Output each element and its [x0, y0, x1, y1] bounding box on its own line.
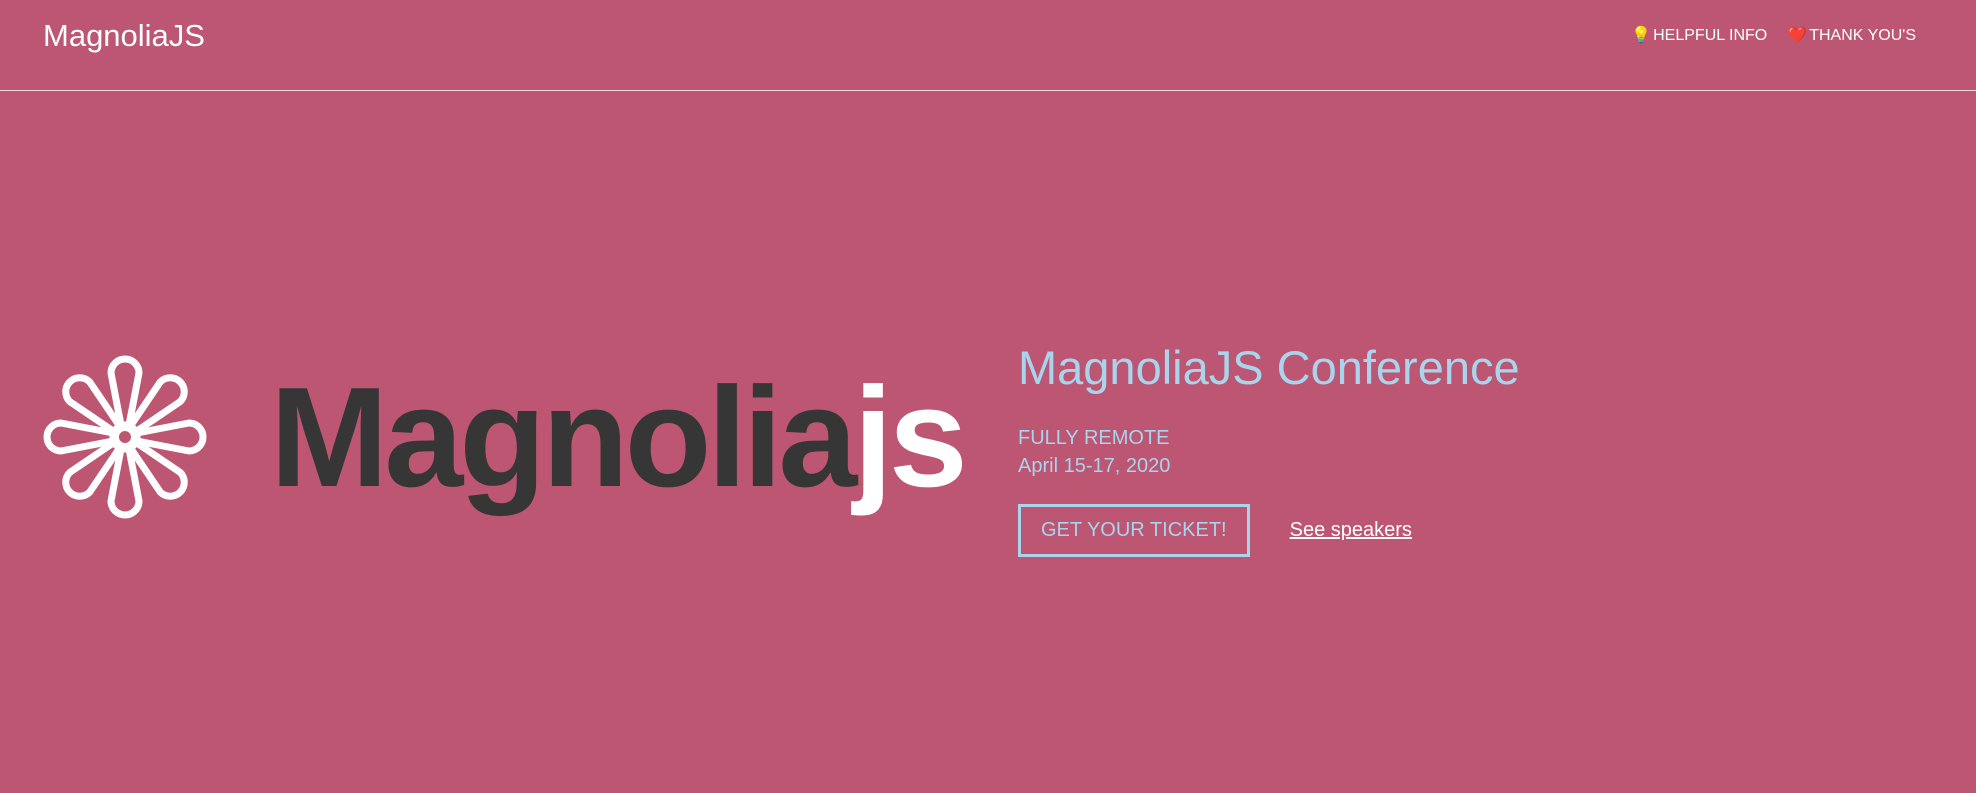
top-nav-bar: MagnoliaJS 💡 HELPFUL INFO ❤️ THANK YOU'S [0, 0, 1976, 91]
lightbulb-icon: 💡 [1631, 27, 1652, 44]
magnolia-flower-icon [30, 355, 220, 535]
nav-thank-yous[interactable]: ❤️ THANK YOU'S [1787, 26, 1916, 46]
conference-title: MagnoliaJS Conference [1018, 341, 1520, 394]
magnoliajs-logo: Magnoliajs [30, 340, 968, 535]
logo-wordmark: Magnoliajs [270, 340, 968, 535]
logo-word-magnolia: Magnolia [270, 358, 857, 517]
see-speakers-link[interactable]: See speakers [1290, 519, 1412, 542]
conference-info: MagnoliaJS Conference FULLY REMOTE April… [1018, 340, 1718, 557]
brand-link[interactable]: MagnoliaJS [43, 18, 205, 54]
conference-meta: FULLY REMOTE April 15-17, 2020 [1018, 424, 1718, 480]
hero-actions: GET YOUR TICKET! See speakers [1018, 504, 1718, 557]
conference-dates: April 15-17, 2020 [1018, 455, 1171, 477]
page: MagnoliaJS 💡 HELPFUL INFO ❤️ THANK YOU'S [0, 0, 1976, 793]
conference-location: FULLY REMOTE [1018, 427, 1170, 449]
nav-helpful-info-label: HELPFUL INFO [1653, 27, 1768, 44]
logo-word-js: js [853, 358, 967, 517]
get-ticket-button[interactable]: GET YOUR TICKET! [1018, 504, 1250, 557]
nav-menu: 💡 HELPFUL INFO ❤️ THANK YOU'S [1631, 26, 1916, 46]
heart-icon: ❤️ [1787, 27, 1808, 44]
nav-helpful-info[interactable]: 💡 HELPFUL INFO [1631, 26, 1767, 46]
nav-thank-yous-label: THANK YOU'S [1809, 27, 1916, 44]
